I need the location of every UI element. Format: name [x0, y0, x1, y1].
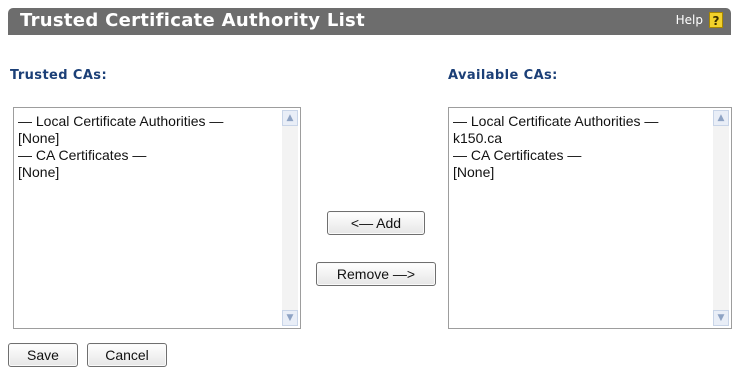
available-cas-listbox[interactable]: — Local Certificate Authorities — k150.c… — [448, 107, 732, 329]
title-bar: Trusted Certificate Authority List Help … — [8, 8, 731, 35]
list-item[interactable]: — CA Certificates — — [18, 147, 280, 164]
available-scrollbar[interactable]: ▲ ▼ — [713, 110, 729, 326]
trusted-scrollbar[interactable]: ▲ ▼ — [282, 110, 298, 326]
remove-button[interactable]: Remove —> — [316, 262, 436, 286]
save-button[interactable]: Save — [8, 343, 78, 367]
list-item[interactable]: — Local Certificate Authorities — — [18, 113, 280, 130]
list-item[interactable]: [None] — [18, 130, 280, 147]
cancel-button[interactable]: Cancel — [87, 343, 167, 367]
list-item[interactable]: — Local Certificate Authorities — — [453, 113, 711, 130]
list-item[interactable]: k150.ca — [453, 130, 711, 147]
scroll-up-icon[interactable]: ▲ — [282, 110, 298, 126]
scroll-down-icon[interactable]: ▼ — [713, 310, 729, 326]
add-button[interactable]: <— Add — [327, 211, 425, 235]
list-item[interactable]: — CA Certificates — — [453, 147, 711, 164]
help-question-icon: ? — [709, 12, 723, 28]
trusted-cas-listbox[interactable]: — Local Certificate Authorities — [None]… — [13, 107, 301, 329]
page-title: Trusted Certificate Authority List — [20, 10, 365, 31]
trusted-cas-label: Trusted CAs: — [10, 68, 108, 83]
help-link[interactable]: Help ? — [676, 12, 723, 28]
available-cas-label: Available CAs: — [448, 68, 558, 83]
scroll-up-icon[interactable]: ▲ — [713, 110, 729, 126]
help-label: Help — [675, 13, 703, 27]
list-item[interactable]: [None] — [18, 164, 280, 181]
list-item[interactable]: [None] — [453, 164, 711, 181]
scroll-down-icon[interactable]: ▼ — [282, 310, 298, 326]
